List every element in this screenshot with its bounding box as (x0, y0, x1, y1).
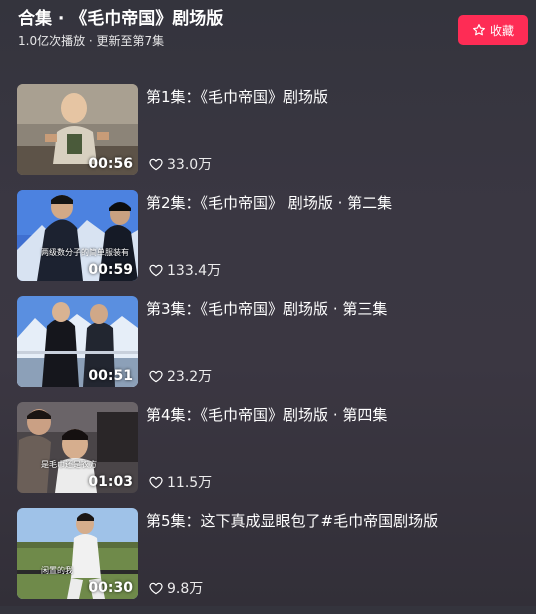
episode-list: 00:56 第1集：《毛巾帝国》剧场版 33.0万 两级数分子的简单服装有 00… (17, 84, 517, 614)
favorite-button[interactable]: 收藏 (458, 15, 528, 45)
video-duration: 00:30 (88, 580, 133, 596)
heart-icon (149, 582, 163, 595)
episode-title[interactable]: 第3集：《毛巾帝国》剧场版 · 第三集 (146, 298, 387, 320)
episode-likes: 33.0万 (148, 154, 212, 174)
episode-thumbnail[interactable]: 是毛巾还是衣方 01:03 (17, 402, 138, 493)
episode-thumbnail[interactable]: 00:51 (17, 296, 138, 387)
heart-icon (149, 370, 163, 383)
episode-item[interactable]: 是毛巾还是衣方 01:03 第4集：《毛巾帝国》剧场版 · 第四集 11.5万 (17, 402, 517, 494)
episode-title[interactable]: 第1集：《毛巾帝国》剧场版 (146, 86, 328, 108)
episode-item[interactable]: 00:56 第1集：《毛巾帝国》剧场版 33.0万 (17, 84, 517, 176)
episode-title[interactable]: 第5集：这下真成显眼包了#毛巾帝国剧场版 (146, 510, 438, 532)
likes-count: 11.5万 (167, 475, 213, 491)
episode-item[interactable]: 00:51 第3集：《毛巾帝国》剧场版 · 第三集 23.2万 (17, 296, 517, 388)
episode-thumbnail[interactable]: 两级数分子的简单服装有 00:59 (17, 190, 138, 281)
favorite-button-label: 收藏 (489, 23, 514, 38)
episode-title[interactable]: 第2集：《毛巾帝国》 剧场版 · 第二集 (146, 192, 392, 214)
star-icon (473, 24, 485, 36)
likes-count: 9.8万 (167, 581, 204, 597)
episode-thumbnail[interactable]: 闲置的我 00:30 (17, 508, 138, 599)
episode-likes: 11.5万 (148, 472, 212, 492)
video-duration: 00:56 (88, 156, 133, 172)
episode-title[interactable]: 第4集：《毛巾帝国》剧场版 · 第四集 (146, 404, 387, 426)
video-caption: 闲置的我 (41, 566, 73, 575)
heart-icon (149, 264, 163, 277)
heart-icon (149, 476, 163, 489)
likes-count: 133.4万 (167, 263, 222, 279)
video-duration: 01:03 (88, 474, 133, 490)
video-caption: 是毛巾还是衣方 (41, 460, 97, 469)
episode-item[interactable]: 两级数分子的简单服装有 00:59 第2集：《毛巾帝国》 剧场版 · 第二集 1… (17, 190, 517, 282)
heart-icon (149, 158, 163, 171)
video-duration: 00:59 (88, 262, 133, 278)
episode-likes: 23.2万 (148, 366, 212, 386)
likes-count: 33.0万 (167, 157, 213, 173)
episode-likes: 9.8万 (148, 578, 203, 598)
video-caption: 两级数分子的简单服装有 (41, 248, 129, 257)
likes-count: 23.2万 (167, 369, 213, 385)
episode-item[interactable]: 闲置的我 00:30 第5集：这下真成显眼包了#毛巾帝国剧场版 9.8万 (17, 508, 517, 600)
video-duration: 00:51 (88, 368, 133, 384)
episode-likes: 133.4万 (148, 260, 221, 280)
episode-thumbnail[interactable]: 00:56 (17, 84, 138, 175)
